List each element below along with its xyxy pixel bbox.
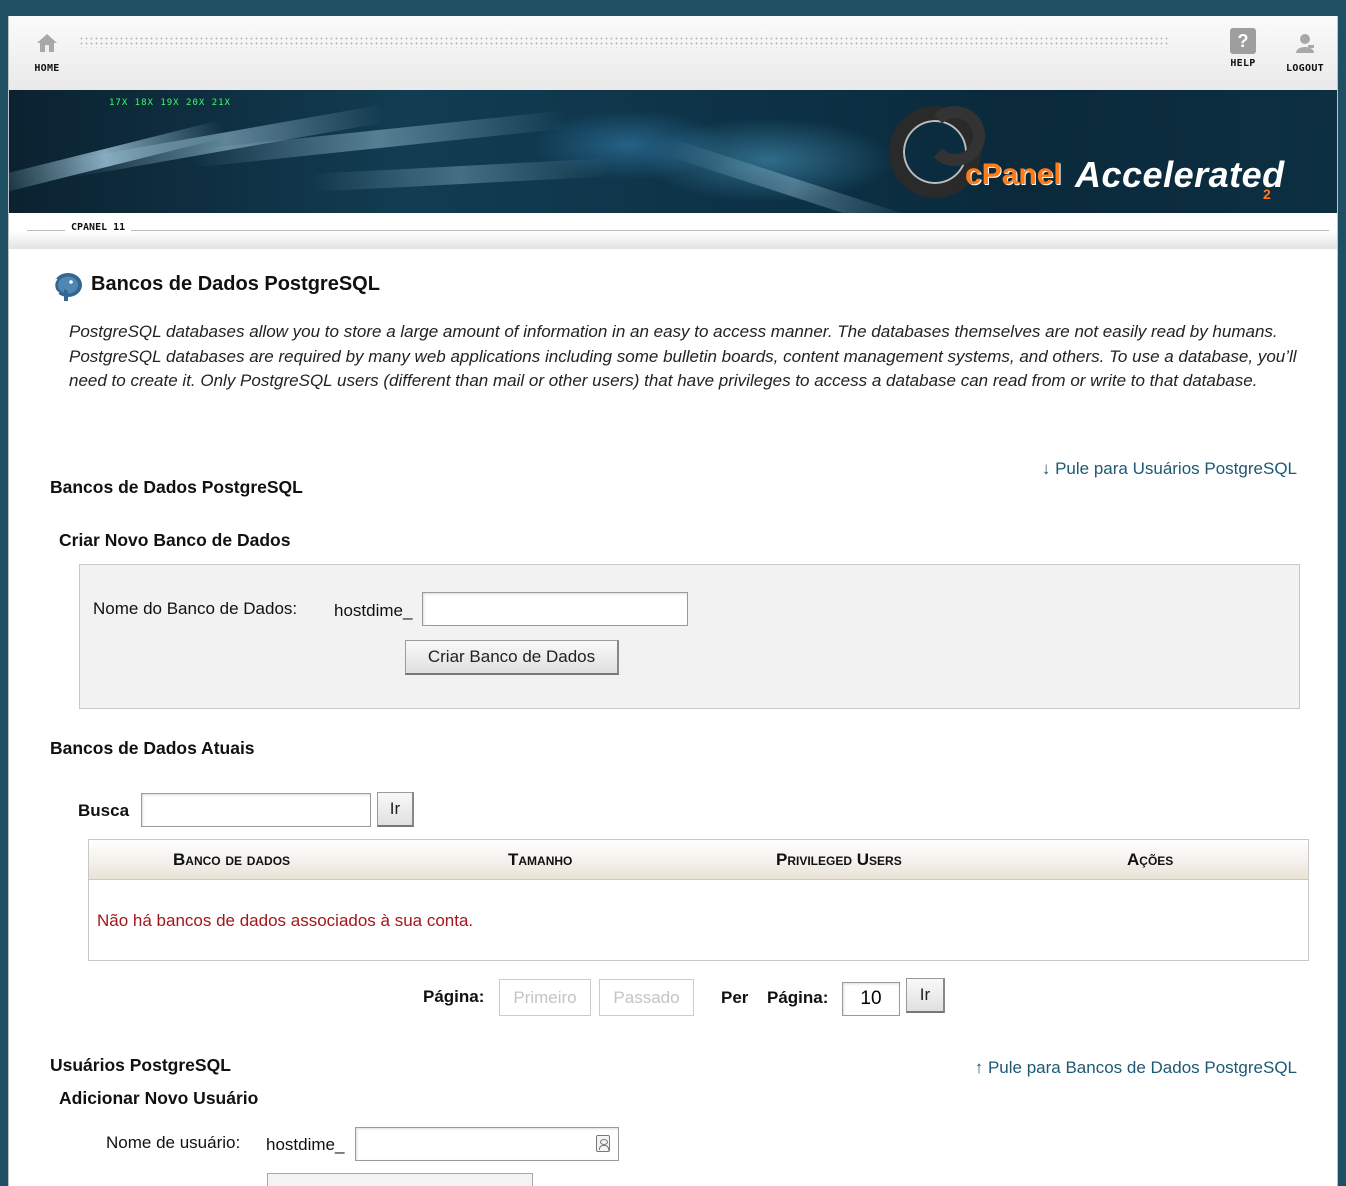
- banner-light-streak: [666, 138, 920, 213]
- databases-table: Banco de dados Tamanho Privileged Users …: [88, 839, 1309, 961]
- create-db-button[interactable]: Criar Banco de Dados: [405, 640, 619, 675]
- username-prefix: hostdime_: [266, 1135, 345, 1154]
- column-header-actions: Ações: [1127, 850, 1174, 869]
- db-name-prefix: hostdime_: [334, 601, 413, 620]
- db-name-input[interactable]: [422, 592, 688, 626]
- column-header-privileged-users: Privileged Users: [776, 850, 902, 869]
- brand-cpanel-text: cPanel: [965, 158, 1062, 191]
- databases-section-heading: Bancos de Dados PostgreSQL: [50, 477, 303, 497]
- first-page-button[interactable]: Primeiro: [499, 979, 591, 1016]
- previous-page-button[interactable]: Passado: [599, 979, 694, 1016]
- home-link[interactable]: HOME: [25, 32, 69, 74]
- pagination-page-label: Página:: [423, 987, 485, 1006]
- empty-table-message: Não há bancos de dados associados à sua …: [97, 911, 474, 930]
- add-user-heading: Adicionar Novo Usuário: [59, 1088, 259, 1108]
- current-dbs-heading: Bancos de Dados Atuais: [50, 738, 255, 758]
- logout-link[interactable]: LOGOUT: [1275, 32, 1335, 74]
- jump-to-users-label: Pule para Usuários PostgreSQL: [1055, 459, 1297, 478]
- cpanel-window: HOME ? HELP LOGOUT 17X 18X 19X 20X 21X c…: [8, 16, 1338, 1186]
- postgresql-elephant-icon: [53, 273, 82, 301]
- username-input[interactable]: [355, 1127, 619, 1161]
- contact-card-icon: [596, 1135, 610, 1152]
- breadcrumb: CPANEL 11: [9, 213, 1337, 249]
- per-page-go-button[interactable]: Ir: [906, 978, 945, 1013]
- top-navigation-bar: HOME ? HELP LOGOUT: [9, 16, 1337, 90]
- brand-accelerated-text: Accelerated: [1075, 154, 1285, 195]
- home-label: HOME: [34, 63, 60, 74]
- search-label: Busca: [78, 801, 130, 820]
- table-header: Banco de dados Tamanho Privileged Users …: [89, 840, 1308, 880]
- db-name-label: Nome do Banco de Dados:: [93, 599, 298, 618]
- arrow-up-icon: ↑: [974, 1058, 984, 1077]
- per-page-input[interactable]: [842, 982, 900, 1016]
- jump-to-databases-link[interactable]: ↑ Pule para Bancos de Dados PostgreSQL: [975, 1058, 1297, 1078]
- username-label: Nome de usuário:: [106, 1133, 241, 1152]
- create-db-form: Nome do Banco de Dados: hostdime_ Criar …: [79, 564, 1300, 709]
- page-description: PostgreSQL databases allow you to store …: [69, 322, 1297, 390]
- per-label: Per: [721, 988, 749, 1007]
- column-header-size[interactable]: Tamanho: [508, 850, 572, 870]
- search-go-button[interactable]: Ir: [377, 792, 414, 827]
- home-icon: [37, 34, 57, 52]
- help-label: HELP: [1230, 58, 1256, 69]
- create-db-heading: Criar Novo Banco de Dados: [59, 530, 291, 550]
- next-form-control: [267, 1173, 533, 1186]
- column-header-database[interactable]: Banco de dados: [173, 850, 290, 870]
- breadcrumb-cpanel11[interactable]: CPANEL 11: [65, 222, 132, 233]
- banner-led-readout: 17X 18X 19X 20X 21X: [109, 98, 231, 108]
- logout-label: LOGOUT: [1286, 63, 1324, 74]
- decorative-dot-pattern: [79, 36, 1169, 48]
- logout-user-icon: [1296, 34, 1314, 53]
- cpanel-accelerated-logo: cPanel Accelerated 2: [889, 96, 1329, 208]
- page-title: Bancos de Dados PostgreSQL: [91, 273, 380, 295]
- per-page-label: Página:: [767, 988, 829, 1007]
- banner-cable-streak: [308, 158, 610, 192]
- arrow-down-icon: ↓: [1041, 459, 1051, 478]
- users-section-heading: Usuários PostgreSQL: [50, 1055, 231, 1075]
- help-icon: ?: [1230, 28, 1256, 54]
- search-input[interactable]: [141, 793, 371, 827]
- jump-to-users-link[interactable]: ↓ Pule para Usuários PostgreSQL: [1042, 459, 1297, 479]
- help-link[interactable]: ? HELP: [1223, 28, 1263, 69]
- cpanel-logo-mark-p: [925, 106, 985, 166]
- breadcrumb-divider: [27, 230, 1329, 231]
- brand-version: 2: [1263, 186, 1271, 202]
- cpanel-banner: 17X 18X 19X 20X 21X cPanel Accelerated 2: [9, 90, 1337, 213]
- jump-to-databases-label: Pule para Bancos de Dados PostgreSQL: [987, 1058, 1297, 1077]
